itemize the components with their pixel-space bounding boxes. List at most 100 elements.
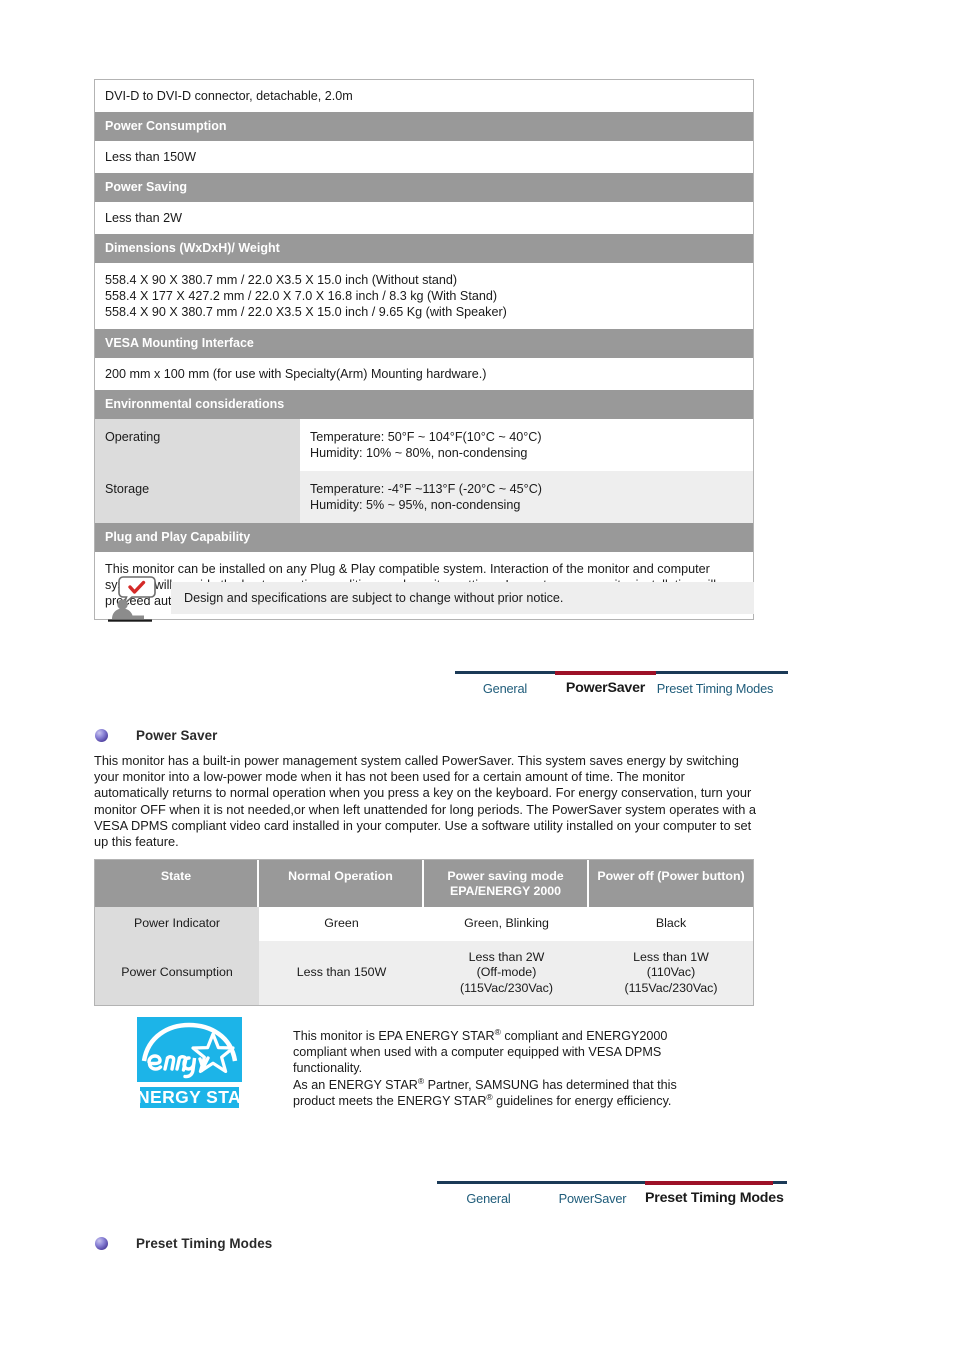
cable-note-cell: DVI-D to DVI-D connector, detachable, 2.… [95,80,753,112]
vesa-value: 200 mm x 100 mm (for use with Specialty(… [95,358,753,390]
section-heading-power-saver: Power Saver [95,728,218,743]
tab-powersaver[interactable]: PowerSaver [540,1181,645,1206]
power-saving-header: Power Saving [95,173,753,202]
table-row: Less than 150W [95,141,753,173]
tab-label: General [466,1191,511,1206]
tab-label: PowerSaver [565,680,646,696]
section-title: Power Saver [136,728,218,743]
dimensions-header: Dimensions (WxDxH)/ Weight [95,234,753,263]
tab-top-bar [555,671,656,675]
column-header-power-off: Power off (Power button) [589,860,753,907]
tab-overflow-stub[interactable] [773,1181,787,1191]
svg-text:ENERGY STAR: ENERGY STAR [137,1087,242,1107]
tab-label: General [482,681,528,696]
operating-label: Operating [95,419,300,471]
row-label-power-consumption: Power Consumption [95,940,259,1005]
note-block: Design and specifications are subject to… [103,576,754,622]
cell-line: (110Vac) [646,965,696,979]
column-header-normal-operation: Normal Operation [259,860,424,907]
storage-line: Temperature: -4°F ~113°F (-20°C ~ 45°C) [310,482,542,496]
tab-navigation-top[interactable]: General PowerSaver Preset Timing Modes [455,671,788,705]
operating-value: Temperature: 50°F ~ 104°F(10°C ~ 40°C) H… [300,419,753,471]
tab-navigation-bottom[interactable]: General PowerSaver Preset Timing Modes [437,1181,787,1215]
cell-line: Less than 150W [296,965,387,979]
table-row: Less than 2W [95,202,753,234]
dimensions-line: 558.4 X 90 X 380.7 mm / 22.0 X3.5 X 15.0… [105,305,507,319]
power-consumption-value: Less than 150W [95,141,753,173]
column-header-line: EPA/ENERGY 2000 [449,883,562,898]
storage-label: Storage [95,471,300,523]
column-header-state: State [95,860,259,907]
table-row: Power Indicator Green Green, Blinking Bl… [95,907,753,941]
column-header-power-saving-mode: Power saving mode EPA/ENERGY 2000 [424,860,589,907]
plug-play-header: Plug and Play Capability [95,523,753,552]
tab-powersaver[interactable]: PowerSaver [555,671,656,696]
power-saving-value: Less than 2W [95,202,753,234]
energy-star-line: product meets the ENERGY STAR® guideline… [293,1091,672,1108]
environmental-header: Environmental considerations [95,390,753,419]
power-saver-paragraph: This monitor has a built-in power manage… [94,753,757,850]
table-row-operating: Operating Temperature: 50°F ~ 104°F(10°C… [95,419,753,471]
table-row: 200 mm x 100 mm (for use with Specialty(… [95,358,753,390]
tab-top-bar [773,1181,787,1184]
cell-line: (115Vac/230Vac) [624,980,718,995]
note-text: Design and specifications are subject to… [171,582,754,614]
tab-general[interactable]: General [437,1181,540,1206]
table-row: 558.4 X 90 X 380.7 mm / 22.0 X3.5 X 15.0… [95,263,753,329]
storage-line: Humidity: 5% ~ 95%, non-condensing [310,498,521,512]
person-speech-check-icon [108,576,156,622]
table-row: Plug and Play Capability [95,523,753,552]
tab-general[interactable]: General [455,671,555,696]
table-row: VESA Mounting Interface [95,329,753,358]
tab-top-bar [540,1181,645,1184]
tab-overflow-stub[interactable] [774,671,788,681]
specifications-table: DVI-D to DVI-D connector, detachable, 2.… [94,79,754,620]
cell-line: Less than 1W [633,949,709,964]
table-row: DVI-D to DVI-D connector, detachable, 2.… [95,80,753,112]
cell-value: Green [259,907,424,941]
cell-value: Less than 1W (110Vac) (115Vac/230Vac) [589,940,753,1005]
table-row: Power Consumption Less than 150W Less th… [95,940,753,1005]
power-consumption-header: Power Consumption [95,112,753,141]
registered-mark: ® [494,1026,501,1037]
dimensions-line: 558.4 X 90 X 380.7 mm / 22.0 X3.5 X 15.0… [105,273,458,287]
registered-mark: ® [417,1075,425,1086]
dimensions-value: 558.4 X 90 X 380.7 mm / 22.0 X3.5 X 15.0… [95,263,753,329]
table-row: Environmental considerations [95,390,753,419]
cell-line: (115Vac/230Vac) [460,980,553,995]
tab-label: Preset Timing Modes [645,1190,784,1206]
table-row: Power Saving [95,173,753,202]
cell-value: Black [589,907,753,941]
row-label-power-indicator: Power Indicator [95,907,259,941]
operating-line: Humidity: 10% ~ 80%, non-condensing [310,446,528,460]
tab-top-bar [455,671,555,674]
dimensions-line: 558.4 X 177 X 427.2 mm / 22.0 X 7.0 X 16… [105,289,498,303]
section-title: Preset Timing Modes [136,1236,273,1251]
cell-value: Less than 150W [259,940,424,1005]
tab-top-bar [437,1181,540,1184]
cell-value: Green, Blinking [424,907,589,941]
energy-star-description: This monitor is EPA ENERGY STAR® complia… [293,1028,723,1109]
bullet-sphere-icon [95,729,108,742]
tab-top-bar [645,1181,773,1185]
cell-value: Less than 2W (Off-mode) (115Vac/230Vac) [424,940,589,1005]
tab-preset-timing-modes[interactable]: Preset Timing Modes [656,671,774,696]
energy-star-line: compliant when used with a computer equi… [293,1045,662,1060]
tab-preset-timing-modes[interactable]: Preset Timing Modes [645,1181,784,1206]
table-row: Dimensions (WxDxH)/ Weight [95,234,753,263]
tab-top-bar [656,671,774,674]
cell-line: (Off-mode) [476,965,537,979]
cell-line: Green, Blinking [464,916,549,930]
tab-label: PowerSaver [558,1191,627,1206]
column-header-line: (Power button) [657,869,745,883]
table-row-storage: Storage Temperature: -4°F ~113°F (-20°C … [95,471,753,523]
operating-line: Temperature: 50°F ~ 104°F(10°C ~ 40°C) [310,430,542,444]
table-row: Power Consumption [95,112,753,141]
cell-line: Green [324,916,359,930]
energy-star-line: functionality. [293,1061,363,1076]
storage-value: Temperature: -4°F ~113°F (-20°C ~ 45°C) … [300,471,753,523]
power-saver-table: State Normal Operation Power saving mode… [94,859,754,1006]
column-header-line: Power off [597,869,654,883]
tab-top-bar [774,671,788,674]
energy-star-line: This monitor is EPA ENERGY STAR® complia… [293,1026,668,1043]
